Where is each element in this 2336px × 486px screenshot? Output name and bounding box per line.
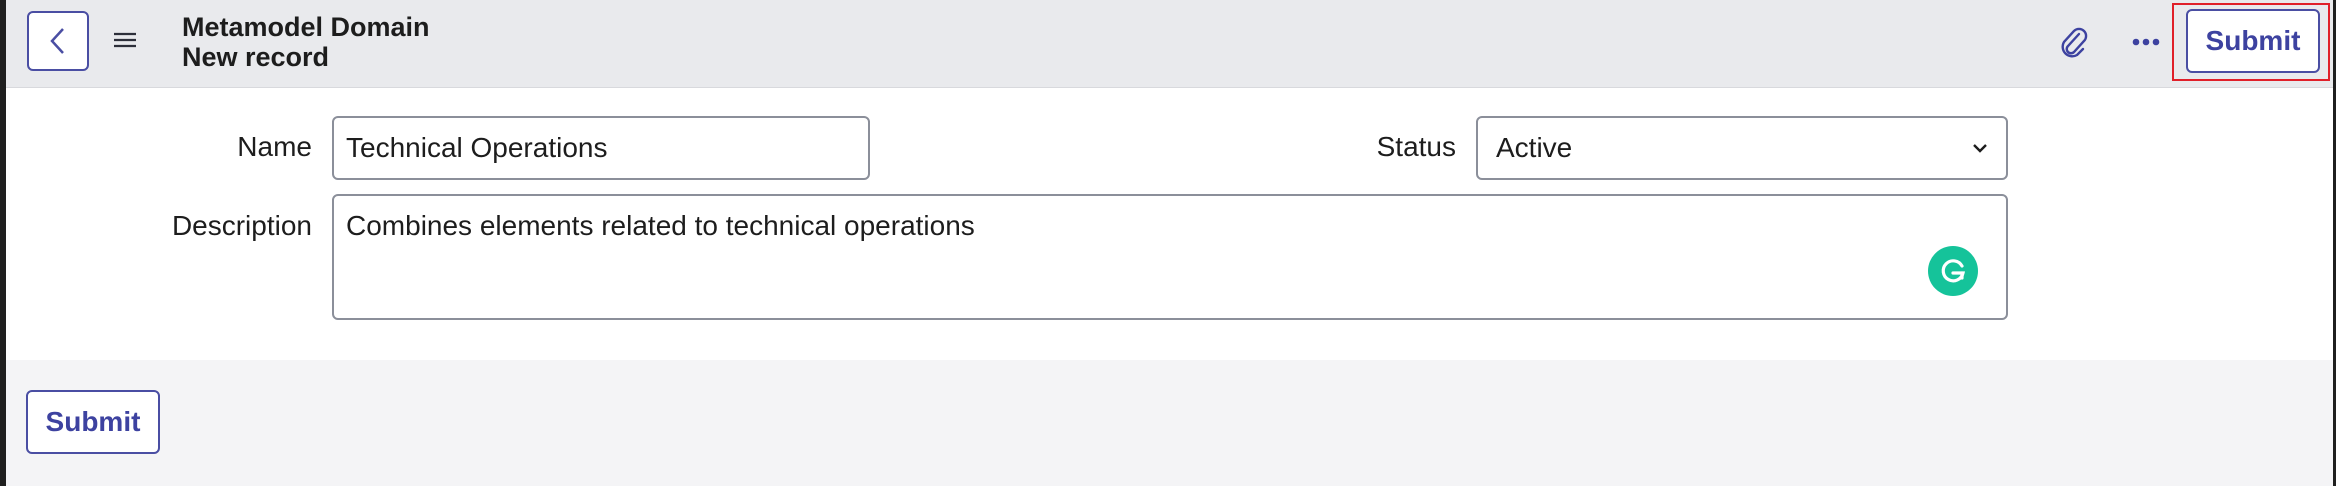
- back-button[interactable]: [27, 11, 89, 71]
- status-select[interactable]: Active: [1476, 116, 2008, 180]
- page-title: Metamodel Domain New record: [182, 12, 430, 72]
- name-field[interactable]: Technical Operations: [332, 116, 870, 180]
- form-header: Metamodel Domain New record Submit: [6, 0, 2333, 88]
- menu-button[interactable]: [110, 25, 140, 55]
- submit-button-footer[interactable]: Submit: [26, 390, 160, 454]
- grammarly-icon: [1941, 259, 1966, 283]
- attachment-button[interactable]: [2054, 22, 2094, 62]
- chevron-down-icon: [1973, 144, 1987, 153]
- grammarly-button[interactable]: [1928, 246, 1978, 296]
- status-label: Status: [1376, 131, 1456, 162]
- chevron-left-icon: [50, 28, 64, 54]
- submit-button-header[interactable]: Submit: [2186, 9, 2320, 73]
- name-label: Name: [237, 131, 312, 162]
- record-subtitle: New record: [182, 42, 330, 72]
- status-value: Active: [1496, 132, 1573, 163]
- description-value: Combines elements related to technical o…: [346, 210, 975, 241]
- paperclip-icon: [2061, 27, 2088, 58]
- description-field[interactable]: Combines elements related to technical o…: [332, 194, 2008, 320]
- record-table-title: Metamodel Domain: [182, 12, 430, 42]
- description-label: Description: [171, 210, 312, 241]
- record-form: Name Technical Operations Status Active …: [6, 88, 2333, 360]
- name-value: Technical Operations: [346, 132, 608, 163]
- hamburger-menu-icon: [114, 32, 136, 48]
- more-options-button[interactable]: [2126, 22, 2166, 62]
- more-horizontal-icon: [2132, 38, 2160, 46]
